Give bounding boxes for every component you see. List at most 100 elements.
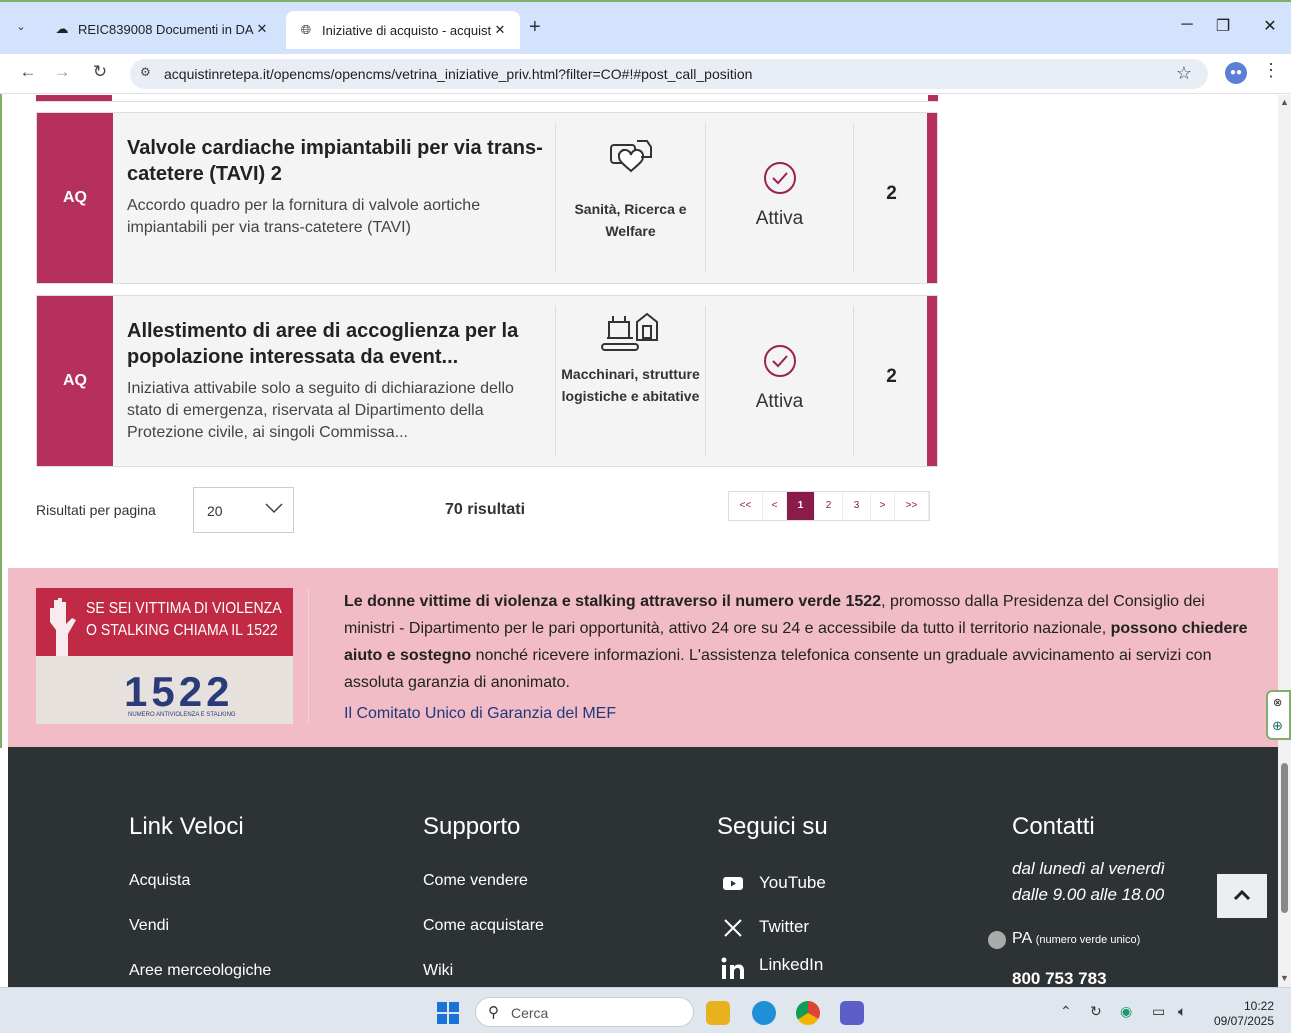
youtube-icon[interactable] xyxy=(722,872,744,894)
clock-time: 10:22 xyxy=(1243,999,1274,1013)
taskbar-search[interactable]: ⚲ Cerca xyxy=(475,997,694,1027)
back-icon[interactable]: ← xyxy=(16,62,40,82)
scroll-up-icon[interactable]: ▲ xyxy=(1280,97,1289,107)
url-field[interactable]: ⚙ acquistinretepa.it/opencms/opencms/vet… xyxy=(130,59,1208,89)
bookmark-star-icon[interactable]: ☆ xyxy=(1176,63,1192,84)
initiative-title[interactable]: Valvole cardiache impiantabili per via t… xyxy=(127,135,547,187)
footer-supporto-title: Supporto xyxy=(423,813,521,840)
page-2-button[interactable]: 2 xyxy=(815,492,843,520)
tab-label: Iniziative di acquisto - acquistin xyxy=(322,22,492,38)
footer-link-youtube[interactable]: YouTube xyxy=(759,873,826,893)
prev-page-button[interactable]: < xyxy=(763,492,787,520)
back-to-top-button[interactable] xyxy=(1217,874,1267,918)
footer-link-twitter[interactable]: Twitter xyxy=(759,917,809,937)
banner-text: Le donne vittime di violenza e stalking … xyxy=(344,588,1254,696)
initiative-card[interactable]: AQ Allestimento di aree di accoglienza p… xyxy=(36,295,938,467)
footer-hours-time: dalle 9.00 alle 18.00 xyxy=(1012,885,1165,904)
chrome-icon[interactable] xyxy=(796,1001,820,1025)
forward-icon[interactable]: → xyxy=(50,62,74,82)
page-3-button[interactable]: 3 xyxy=(843,492,871,520)
footer-phone-number[interactable]: 800 753 783 xyxy=(1012,969,1107,987)
close-window-button[interactable]: ✕ xyxy=(1255,16,1285,36)
profile-avatar[interactable]: ●● xyxy=(1225,62,1247,84)
accessibility-icon[interactable]: ⊕ xyxy=(1272,718,1283,734)
machinery-icon xyxy=(600,312,658,351)
last-page-button[interactable]: >> xyxy=(895,492,929,520)
volume-icon[interactable]: 🔈︎ xyxy=(1178,1003,1186,1020)
network-icon[interactable]: ▭ xyxy=(1152,1003,1165,1020)
browser-menu-icon[interactable]: ⋮ xyxy=(1262,60,1280,81)
page-1-button[interactable]: 1 xyxy=(787,492,815,520)
footer-link-wiki[interactable]: Wiki xyxy=(423,962,453,980)
edge-icon[interactable] xyxy=(752,1001,776,1025)
scrollbar-thumb[interactable] xyxy=(1281,763,1288,913)
helpline-image-number: 1522 xyxy=(124,668,234,715)
linkedin-icon[interactable] xyxy=(720,955,746,981)
footer-contatti-title: Contatti xyxy=(1012,813,1095,840)
footer-link-aree[interactable]: Aree merceologiche xyxy=(129,962,271,980)
chevron-down-icon xyxy=(265,503,283,514)
tab-iniziative[interactable]: 🌐︎ Iniziative di acquisto - acquistin ✕ xyxy=(286,11,520,49)
pa-note: (numero verde unico) xyxy=(1035,934,1141,946)
tab-search-chevron-icon[interactable]: ⌄ xyxy=(10,16,32,38)
card-accent-bar xyxy=(927,113,937,283)
per-page-select[interactable]: 20 xyxy=(193,487,294,533)
initiative-card[interactable]: AQ Valvole cardiache impiantabili per vi… xyxy=(36,112,938,284)
close-widget-icon[interactable]: ⊗ xyxy=(1273,696,1282,709)
site-settings-icon[interactable]: ⚙ xyxy=(140,65,151,79)
cug-mef-link[interactable]: Il Comitato Unico di Garanzia del MEF xyxy=(344,705,616,723)
reload-icon[interactable]: ↻ xyxy=(88,62,112,82)
per-page-value[interactable]: 20 xyxy=(207,503,223,519)
initiative-category: Macchinari, strutture logistiche e abita… xyxy=(555,306,705,456)
page-scrollbar[interactable]: ▲ ▼ xyxy=(1278,95,1291,987)
footer-link-acquista[interactable]: Acquista xyxy=(129,872,190,890)
teams-icon[interactable] xyxy=(840,1001,864,1025)
search-icon: ⚲ xyxy=(488,1004,499,1021)
taskbar-clock[interactable]: 10:22 09/07/2025 xyxy=(1208,999,1274,1029)
health-icon xyxy=(609,140,652,173)
violence-helpline-banner: SE SEI VITTIMA DI VIOLENZA O STALKING CH… xyxy=(8,568,1278,747)
windows-taskbar: ⚲ Cerca ⌃ ↻ ◉ ▭ 🔈︎ 10:22 09/07/2025 xyxy=(0,987,1291,1033)
footer-link-come-vendere[interactable]: Come vendere xyxy=(423,872,528,890)
tray-app-icon[interactable]: ◉ xyxy=(1120,1003,1132,1020)
card-accent-bar xyxy=(927,296,937,466)
tab-close-icon[interactable]: ✕ xyxy=(254,21,270,37)
first-page-button[interactable]: << xyxy=(729,492,763,520)
restore-button[interactable]: ❐ xyxy=(1208,16,1238,36)
footer-link-come-acquistare[interactable]: Come acquistare xyxy=(423,917,544,935)
clock-date: 09/07/2025 xyxy=(1213,1014,1274,1028)
footer-pa-label: PA (numero verde unico) xyxy=(1012,930,1140,948)
site-footer: Link Veloci Acquista Vendi Aree merceolo… xyxy=(8,747,1278,987)
accessibility-widget[interactable]: ⊗ ⊕ xyxy=(1266,690,1291,740)
initiative-status-label: Attiva xyxy=(755,391,804,412)
results-count: 70 risultati xyxy=(445,501,526,518)
footer-seguici-title: Seguici su xyxy=(717,813,828,840)
file-explorer-icon[interactable] xyxy=(706,1001,730,1025)
pagination: << < 1 2 3 > >> xyxy=(728,491,930,521)
new-tab-button[interactable]: + xyxy=(529,17,541,37)
minimize-button[interactable]: ─ xyxy=(1172,16,1202,34)
tray-expand-icon[interactable]: ⌃ xyxy=(1060,1003,1072,1020)
scroll-down-icon[interactable]: ▼ xyxy=(1280,973,1289,983)
x-twitter-icon[interactable] xyxy=(722,917,744,939)
initiative-type-badge: AQ xyxy=(37,296,113,466)
tray-sync-icon[interactable]: ↻ xyxy=(1090,1003,1102,1020)
banner-bold-1: Le donne vittime di violenza e stalking … xyxy=(344,593,882,610)
url-text[interactable]: acquistinretepa.it/opencms/opencms/vetri… xyxy=(164,66,752,82)
helpline-1522-image[interactable]: SE SEI VITTIMA DI VIOLENZA O STALKING CH… xyxy=(36,588,293,724)
initiative-category-label: Sanità, Ricerca e Welfare xyxy=(574,201,687,239)
taskbar-search-placeholder[interactable]: Cerca xyxy=(511,1005,548,1021)
helpline-image-line1: SE SEI VITTIMA DI VIOLENZA xyxy=(86,600,282,617)
tab-close-icon[interactable]: ✕ xyxy=(492,22,508,38)
tab-documenti[interactable]: ☁ REIC839008 Documenti in DA S ✕ xyxy=(42,11,282,47)
initiative-title[interactable]: Allestimento di aree di accoglienza per … xyxy=(127,318,547,370)
browser-tab-bar: ⌄ ☁ REIC839008 Documenti in DA S ✕ 🌐︎ In… xyxy=(0,0,1291,54)
page-content: AQ Valvole cardiache impiantabili per vi… xyxy=(8,95,1278,987)
next-page-button[interactable]: > xyxy=(871,492,895,520)
footer-link-linkedin[interactable]: LinkedIn xyxy=(759,955,823,975)
helpline-image-caption: NUMERO ANTIVIOLENZA E STALKING xyxy=(128,712,236,718)
check-circle-icon xyxy=(763,345,796,377)
windows-start-icon[interactable] xyxy=(437,1002,459,1024)
footer-link-vendi[interactable]: Vendi xyxy=(129,917,169,935)
initiative-count: 2 xyxy=(853,123,929,273)
